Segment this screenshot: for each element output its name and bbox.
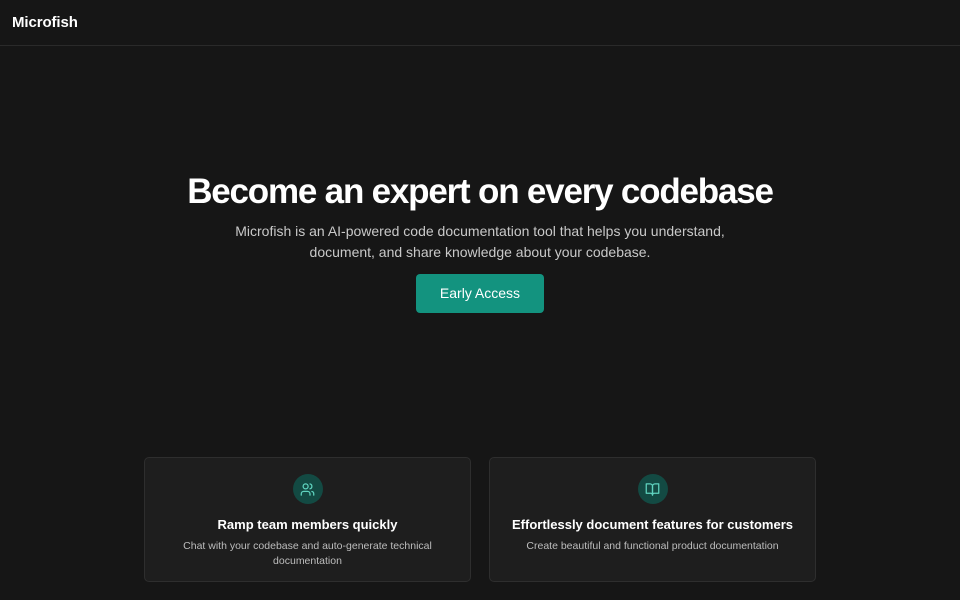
hero-section: Become an expert on every codebase Micro… [0,172,960,313]
feature-card-description: Chat with your codebase and auto-generat… [183,540,432,567]
feature-card-title: Ramp team members quickly [217,517,398,532]
feature-card-ramp-team: Ramp team members quickly Chat with your… [144,457,471,582]
hero-title: Become an expert on every codebase [187,172,774,211]
brand-logo-text[interactable]: Microfish [12,14,78,31]
feature-card-description: Create beautiful and functional product … [526,540,779,552]
navbar: Microfish [0,0,960,46]
users-icon [292,474,323,504]
feature-card-document-features: Effortlessly document features for custo… [489,457,816,582]
features-section: Ramp team members quickly Chat with your… [144,457,816,582]
hero-subtitle: Microfish is an AI-powered code document… [235,223,725,260]
feature-card-title: Effortlessly document features for custo… [511,517,794,532]
early-access-button[interactable]: Early Access [416,274,544,313]
book-open-icon [637,474,668,504]
